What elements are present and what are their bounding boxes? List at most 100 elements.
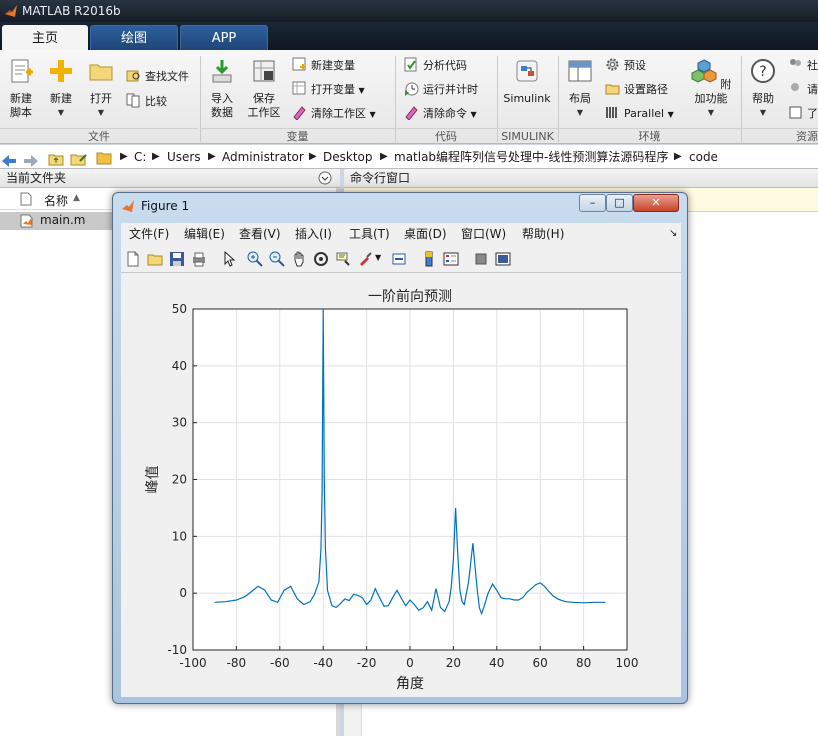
menu-view[interactable]: 查看(V) — [239, 223, 281, 245]
pan-hand-icon[interactable] — [291, 251, 307, 267]
sort-ascending-icon: ▲ — [73, 193, 80, 203]
new-variable-icon — [292, 57, 306, 71]
y-tick-label: 30 — [172, 416, 187, 430]
help-dropdown-icon[interactable]: ▼ — [746, 106, 780, 120]
import-data-icon — [212, 60, 232, 83]
figure-canvas[interactable]: -100 -80 -60 -40 -20 0 20 40 60 80 100 -10 0 10 20 30 40… — [121, 273, 681, 697]
new-button[interactable]: 新建 ▼ — [44, 58, 78, 120]
preferences-button[interactable]: 预设 — [605, 57, 646, 75]
menu-edit[interactable]: 编辑(E) — [184, 223, 225, 245]
menu-insert[interactable]: 插入(I) — [295, 223, 332, 245]
hide-plot-tools-icon[interactable] — [473, 251, 489, 267]
breadcrumb-item[interactable]: Administrator — [222, 145, 304, 169]
open-file-icon[interactable] — [147, 251, 163, 267]
menu-window[interactable]: 窗口(W) — [461, 223, 506, 245]
menu-tools[interactable]: 工具(T) — [349, 223, 390, 245]
new-dropdown-icon[interactable]: ▼ — [44, 106, 78, 120]
group-label-environment: 环境 — [558, 128, 741, 144]
file-name: main.m — [40, 213, 86, 227]
find-files-label: 查找文件 — [145, 70, 189, 83]
layout-dropdown-icon[interactable]: ▼ — [563, 106, 597, 120]
addons-button[interactable]: 附加功能 ▼ — [686, 58, 736, 120]
y-tick-label: 0 — [179, 586, 187, 600]
column-header-name[interactable]: 名称 — [44, 192, 68, 209]
run-and-time-label: 运行并计时 — [423, 83, 478, 96]
parallel-button[interactable]: Parallel ▼ — [605, 105, 674, 123]
new-variable-button[interactable]: 新建变量 — [292, 57, 355, 75]
analyze-code-button[interactable]: 分析代码 — [404, 57, 467, 75]
import-data-button[interactable]: 导入 数据 — [205, 58, 239, 120]
open-button[interactable]: 打开 ▼ — [84, 58, 118, 120]
save-workspace-button[interactable]: 保存 工作区 — [245, 58, 283, 120]
tab-plots[interactable]: 绘图 — [90, 25, 178, 50]
minimize-button[interactable]: – — [579, 194, 606, 212]
breadcrumb-item[interactable]: code — [689, 145, 718, 169]
insert-colorbar-icon[interactable] — [421, 251, 437, 267]
breadcrumb-item[interactable]: C: — [134, 145, 146, 169]
show-plot-tools-icon[interactable] — [495, 251, 511, 267]
brush-icon[interactable] — [357, 251, 373, 267]
help-button[interactable]: ? 帮助 ▼ — [746, 58, 780, 120]
new-script-button[interactable]: 新建 脚本 — [4, 58, 38, 120]
addons-dropdown-icon[interactable]: ▼ — [686, 106, 736, 120]
group-label-code: 代码 — [395, 128, 497, 144]
x-tick-label: 80 — [576, 656, 591, 670]
line-chart: -100 -80 -60 -40 -20 0 20 40 60 80 100-10010203040… — [145, 288, 638, 692]
menu-help[interactable]: 帮助(H) — [522, 223, 564, 245]
rotate-3d-icon[interactable] — [313, 251, 329, 267]
compare-button[interactable]: 比较 — [126, 93, 167, 111]
request-support-label: 请 — [807, 83, 818, 96]
clear-workspace-dropdown-icon[interactable]: ▼ — [370, 110, 376, 119]
zoom-in-icon[interactable] — [247, 251, 263, 267]
run-and-time-button[interactable]: 运行并计时 — [404, 81, 478, 99]
set-path-button[interactable]: 设置路径 — [605, 81, 668, 99]
close-button[interactable]: ✕ — [633, 194, 679, 212]
maximize-button[interactable]: □ — [606, 194, 633, 212]
community-icon — [790, 59, 801, 66]
y-tick-label: 20 — [172, 473, 187, 487]
x-tick-label: -40 — [313, 656, 333, 670]
edit-plot-arrow-icon[interactable] — [221, 251, 237, 267]
parallel-label: Parallel — [624, 107, 665, 120]
app-titlebar: MATLAB R2016b — [0, 0, 818, 22]
toolstrip-tabs: 主页 绘图 APP — [0, 22, 818, 50]
zoom-out-icon[interactable] — [269, 251, 285, 267]
open-dropdown-icon[interactable]: ▼ — [84, 106, 118, 120]
clear-workspace-button[interactable]: 清除工作区 ▼ — [292, 105, 376, 123]
clear-commands-button[interactable]: 清除命令 ▼ — [404, 105, 477, 123]
x-tick-label: -60 — [270, 656, 290, 670]
tab-home[interactable]: 主页 — [2, 25, 88, 50]
breadcrumb-item[interactable]: Users — [167, 145, 201, 169]
find-files-button[interactable]: 查找文件 — [126, 68, 189, 86]
new-figure-icon[interactable] — [125, 251, 141, 267]
parallel-dropdown-icon[interactable]: ▼ — [668, 110, 674, 119]
brush-dropdown-icon[interactable]: ▼ — [375, 253, 381, 262]
breadcrumb-item[interactable]: matlab编程阵列信号处理中-线性预测算法源码程序 — [394, 145, 668, 169]
request-support-button[interactable]: 请 — [788, 81, 818, 99]
menubar-dock-icon[interactable]: ↘ — [669, 223, 677, 245]
open-variable-button[interactable]: 打开变量 ▼ — [292, 81, 365, 99]
insert-legend-icon[interactable] — [443, 251, 459, 267]
menu-file[interactable]: 文件(F) — [129, 223, 169, 245]
tab-apps[interactable]: APP — [180, 25, 268, 50]
y-tick-label: 50 — [172, 302, 187, 316]
breadcrumb-separator-icon: ▶ — [120, 151, 128, 162]
open-variable-dropdown-icon[interactable]: ▼ — [359, 86, 365, 95]
matlab-logo-icon — [5, 5, 17, 17]
figure-window[interactable]: Figure 1 – □ ✕ 文件(F) 编辑(E) 查看(V) 插入(I) 工… — [112, 192, 688, 704]
clear-commands-dropdown-icon[interactable]: ▼ — [471, 110, 477, 119]
menu-desktop[interactable]: 桌面(D) — [404, 223, 447, 245]
chart-title: 一阶前向预测 — [368, 288, 452, 305]
x-tick-label: 60 — [533, 656, 548, 670]
community-button[interactable]: 社 — [788, 57, 818, 75]
learn-matlab-button[interactable]: 了 — [788, 105, 818, 123]
link-plot-icon[interactable] — [391, 251, 407, 267]
simulink-button[interactable]: Simulink — [502, 58, 552, 106]
breadcrumb-item[interactable]: Desktop — [323, 145, 373, 169]
data-cursor-icon[interactable] — [335, 251, 351, 267]
save-icon[interactable] — [169, 251, 185, 267]
m-file-icon — [20, 214, 34, 231]
new-script-label: 新建 脚本 — [10, 92, 32, 119]
layout-button[interactable]: 布局 ▼ — [563, 58, 597, 120]
print-icon[interactable] — [191, 251, 207, 267]
